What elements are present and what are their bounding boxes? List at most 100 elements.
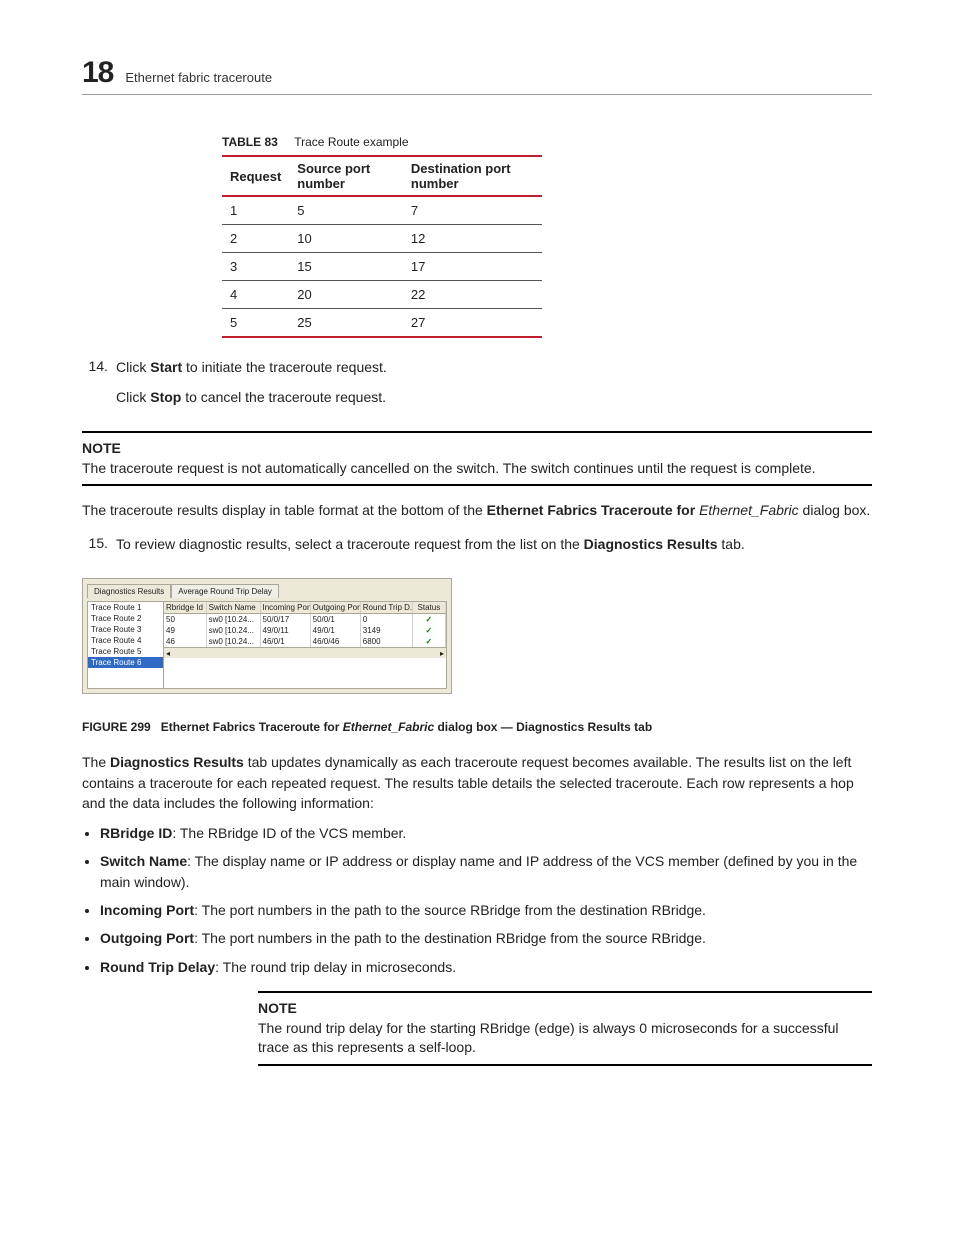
- cell: 10: [289, 225, 403, 253]
- step-number: 14.: [82, 358, 108, 417]
- table83-caption: TABLE 83 Trace Route example: [222, 135, 872, 149]
- text: to cancel the traceroute request.: [181, 389, 386, 405]
- text: Ethernet_Fabric: [343, 720, 434, 734]
- note-block: NOTE The traceroute request is not autom…: [82, 431, 872, 486]
- def: : The port numbers in the path to the so…: [194, 902, 706, 918]
- cell: sw0 [10.24...: [207, 636, 261, 647]
- results-table: Rbridge Id Switch Name Incoming Port Out…: [164, 602, 446, 688]
- chapter-crumb: Ethernet fabric traceroute: [125, 70, 272, 85]
- term: RBridge ID: [100, 825, 172, 841]
- tab-diagnostics-results[interactable]: Diagnostics Results: [87, 584, 171, 598]
- cell: 2: [222, 225, 289, 253]
- cell: 1: [222, 196, 289, 225]
- cell: 17: [403, 253, 542, 281]
- col-outgoing-port[interactable]: Outgoing Port: [311, 602, 361, 613]
- table-row: 2 10 12: [222, 225, 542, 253]
- table83-title: Trace Route example: [294, 135, 408, 149]
- text: Ethernet Fabrics Traceroute for: [161, 720, 343, 734]
- trace-list[interactable]: Trace Route 1 Trace Route 2 Trace Route …: [88, 602, 164, 688]
- table-row: 4 20 22: [222, 281, 542, 309]
- text: The traceroute results display in table …: [82, 502, 487, 518]
- cell: 4: [222, 281, 289, 309]
- text: tab.: [718, 536, 745, 552]
- def: : The RBridge ID of the VCS member.: [172, 825, 406, 841]
- table83: Request Source port number Destination p…: [222, 155, 542, 338]
- table-row: 3 15 17: [222, 253, 542, 281]
- list-item[interactable]: Trace Route 5: [88, 646, 163, 657]
- grid-row[interactable]: 50 sw0 [10.24... 50/0/17 50/0/1 0 ✓: [164, 614, 446, 625]
- cell: 6800: [361, 636, 413, 647]
- note-text: The round trip delay for the starting RB…: [258, 1019, 872, 1058]
- text: dialog box — Diagnostics Results tab: [434, 720, 652, 734]
- text: to initiate the traceroute request.: [182, 359, 387, 375]
- cell: 49/0/1: [311, 625, 361, 636]
- cell: sw0 [10.24...: [207, 614, 261, 625]
- check-icon: ✓: [413, 614, 446, 625]
- col-rbridge-id[interactable]: Rbridge Id: [164, 602, 207, 613]
- col-switch-name[interactable]: Switch Name: [207, 602, 261, 613]
- table-row: 5 25 27: [222, 309, 542, 338]
- list-item[interactable]: Trace Route 3: [88, 624, 163, 635]
- cell: 15: [289, 253, 403, 281]
- page: 18 Ethernet fabric traceroute TABLE 83 T…: [0, 0, 954, 1235]
- term: Outgoing Port: [100, 930, 194, 946]
- th-request: Request: [222, 156, 289, 196]
- note-label: NOTE: [258, 999, 872, 1019]
- tab-name: Diagnostics Results: [584, 536, 718, 552]
- th-dest: Destination port number: [403, 156, 542, 196]
- tab-name: Diagnostics Results: [110, 754, 244, 770]
- cell: 3149: [361, 625, 413, 636]
- table-row: 1 5 7: [222, 196, 542, 225]
- cell: 7: [403, 196, 542, 225]
- cell: 50/0/17: [261, 614, 311, 625]
- cell: sw0 [10.24...: [207, 625, 261, 636]
- start-label: Start: [150, 359, 182, 375]
- figure-299: Diagnostics Results Average Round Trip D…: [82, 578, 872, 734]
- grid-row[interactable]: 46 sw0 [10.24... 46/0/1 46/0/46 6800 ✓: [164, 636, 446, 647]
- cell: 3: [222, 253, 289, 281]
- text: To review diagnostic results, select a t…: [116, 536, 584, 552]
- cell: 12: [403, 225, 542, 253]
- paragraph: The traceroute results display in table …: [82, 500, 872, 520]
- step-15: 15. To review diagnostic results, select…: [82, 535, 872, 565]
- cell: 49: [164, 625, 207, 636]
- list-item[interactable]: Trace Route 2: [88, 613, 163, 624]
- list-item[interactable]: Trace Route 1: [88, 602, 163, 613]
- list-item: Outgoing Port: The port numbers in the p…: [100, 928, 872, 948]
- step-text: To review diagnostic results, select a t…: [116, 535, 745, 555]
- note-text: The traceroute request is not automatica…: [82, 459, 872, 479]
- cell: 50: [164, 614, 207, 625]
- cell: 22: [403, 281, 542, 309]
- cell: 46/0/1: [261, 636, 311, 647]
- dialog-body: Trace Route 1 Trace Route 2 Trace Route …: [87, 601, 447, 689]
- dialog-name-italic: Ethernet_Fabric: [699, 502, 799, 518]
- table83-block: TABLE 83 Trace Route example Request Sou…: [222, 135, 872, 338]
- scroll-left-icon[interactable]: ◂: [166, 649, 170, 658]
- tab-average-round-trip-delay[interactable]: Average Round Trip Delay: [171, 584, 279, 598]
- cell: 27: [403, 309, 542, 338]
- def: : The port numbers in the path to the de…: [194, 930, 706, 946]
- text: dialog box.: [799, 502, 871, 518]
- chapter-number: 18: [82, 56, 113, 90]
- scroll-right-icon[interactable]: ▸: [440, 649, 444, 658]
- cell: 50/0/1: [311, 614, 361, 625]
- dialog-screenshot: Diagnostics Results Average Round Trip D…: [82, 578, 452, 694]
- col-round-trip[interactable]: Round Trip D...: [361, 602, 413, 613]
- term: Incoming Port: [100, 902, 194, 918]
- cell: 5: [289, 196, 403, 225]
- list-item[interactable]: Trace Route 6: [88, 657, 163, 668]
- text: The: [82, 754, 110, 770]
- step-number: 15.: [82, 535, 108, 565]
- check-icon: ✓: [413, 636, 446, 647]
- def: : The round trip delay in microseconds.: [215, 959, 456, 975]
- dialog-name: Ethernet Fabrics Traceroute for: [487, 502, 696, 518]
- term: Switch Name: [100, 853, 187, 869]
- col-status[interactable]: Status: [413, 602, 446, 613]
- th-source: Source port number: [289, 156, 403, 196]
- scrollbar[interactable]: ◂ ▸: [164, 647, 446, 658]
- term: Round Trip Delay: [100, 959, 215, 975]
- list-item[interactable]: Trace Route 4: [88, 635, 163, 646]
- col-incoming-port[interactable]: Incoming Port: [261, 602, 311, 613]
- grid-row[interactable]: 49 sw0 [10.24... 49/0/11 49/0/1 3149 ✓: [164, 625, 446, 636]
- list-item: Round Trip Delay: The round trip delay i…: [100, 957, 872, 977]
